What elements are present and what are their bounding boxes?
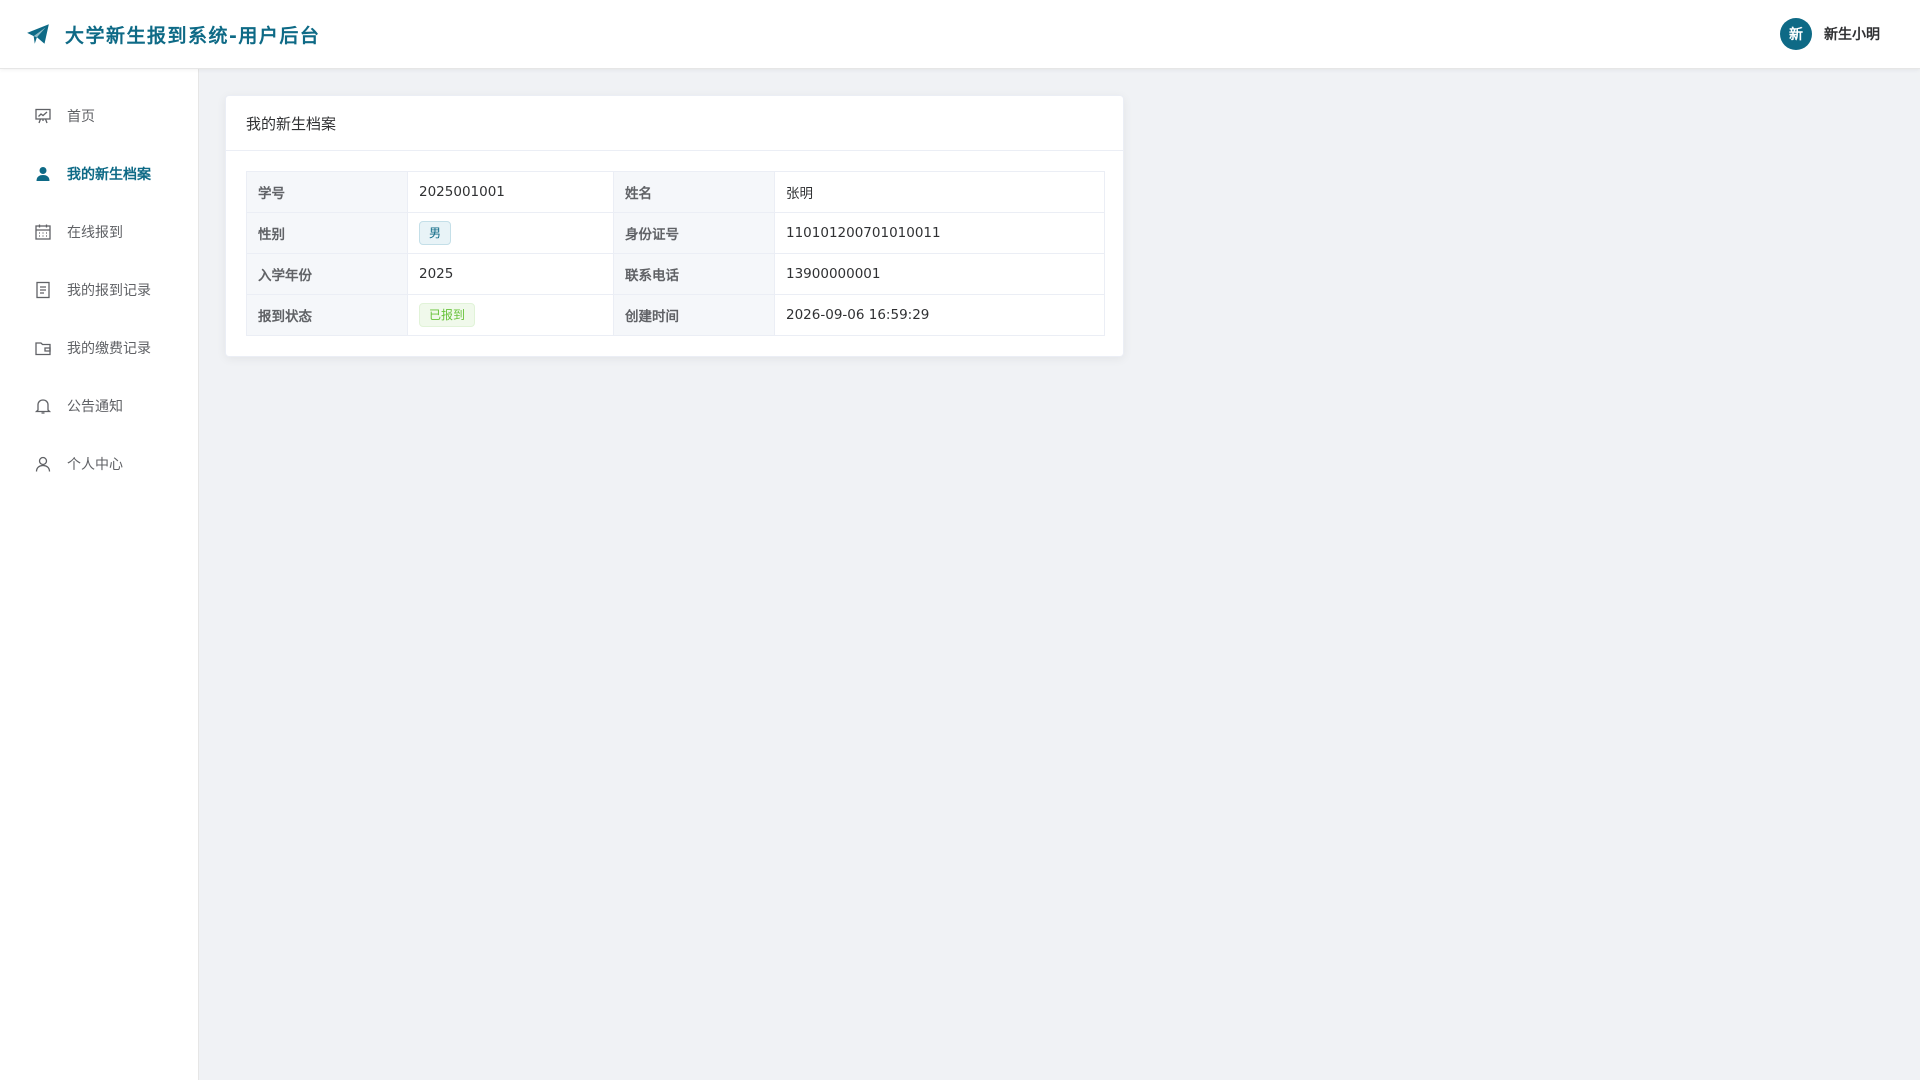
username[interactable]: 新生小明 [1824,24,1880,44]
label-created-time: 创建时间 [613,294,775,336]
document-icon [36,281,50,299]
value-checkin-status-cell: 已报到 [407,294,614,336]
top-header: 大学新生报到系统-用户后台 新 新生小明 [0,0,1920,69]
table-row: 性别 男 身份证号 110101200701010011 [246,212,1105,254]
value-student-id: 2025001001 [407,171,614,213]
sidebar-item-checkin[interactable]: 在线报到 [0,203,198,261]
label-gender: 性别 [246,212,408,254]
gender-tag: 男 [419,221,452,245]
wallet-icon [35,342,51,356]
label-student-id: 学号 [246,171,408,213]
sidebar-item-label: 我的缴费记录 [67,341,151,357]
table-row: 入学年份 2025 联系电话 13900000001 [246,253,1105,295]
table-row: 学号 2025001001 姓名 张明 [246,171,1105,213]
avatar[interactable]: 新 [1780,18,1812,50]
sidebar-item-profile[interactable]: 我的新生档案 [0,145,198,203]
sidebar-item-label: 我的新生档案 [67,167,151,183]
page-title: 我的新生档案 [246,114,337,133]
bell-icon [34,399,52,414]
sidebar-item-label: 我的报到记录 [67,283,151,299]
profile-descriptions: 学号 2025001001 姓名 张明 性别 男 身份证号 1101012007… [246,171,1105,336]
sidebar-item-checkin-records[interactable]: 我的报到记录 [0,261,198,319]
sidebar-item-label: 公告通知 [67,399,123,415]
value-gender-cell: 男 [407,212,614,254]
table-row: 报到状态 已报到 创建时间 2026-09-06 16:59:29 [246,294,1105,336]
label-enrollment-year: 入学年份 [246,253,408,295]
status-badge: 已报到 [419,303,476,327]
main-content: 我的新生档案 学号 2025001001 姓名 张明 性别 男 身份证号 110… [200,69,1920,1080]
app-title: 大学新生报到系统-用户后台 [65,24,321,47]
label-name: 姓名 [613,171,775,213]
sidebar-item-personal-center[interactable]: 个人中心 [0,435,198,493]
user-outline-icon [35,456,51,472]
sidebar: 首页 我的新生档案 在线报到 我的报到记录 我的缴费记录 公告通知 个人中心 [0,69,199,1080]
calendar-icon [35,224,51,240]
presentation-chart-icon [35,108,51,124]
sidebar-item-home[interactable]: 首页 [0,87,198,145]
user-menu[interactable]: 新 新生小明 [1780,18,1880,50]
user-filled-icon [36,167,50,181]
label-checkin-status: 报到状态 [246,294,408,336]
profile-card: 我的新生档案 学号 2025001001 姓名 张明 性别 男 身份证号 110… [225,95,1124,357]
sidebar-item-payment-records[interactable]: 我的缴费记录 [0,319,198,377]
paper-plane-icon [27,24,49,44]
sidebar-item-label: 首页 [67,109,95,125]
brand[interactable]: 大学新生报到系统-用户后台 [25,21,320,48]
sidebar-item-announcements[interactable]: 公告通知 [0,377,198,435]
value-id-number: 110101200701010011 [774,212,1105,254]
value-name: 张明 [774,171,1105,213]
value-phone: 13900000001 [774,253,1105,295]
label-id-number: 身份证号 [613,212,775,254]
value-enrollment-year: 2025 [407,253,614,295]
label-phone: 联系电话 [613,253,775,295]
card-body: 学号 2025001001 姓名 张明 性别 男 身份证号 1101012007… [226,151,1123,356]
value-created-time: 2026-09-06 16:59:29 [774,294,1105,336]
card-header: 我的新生档案 [226,96,1123,151]
sidebar-item-label: 个人中心 [67,457,123,473]
sidebar-item-label: 在线报到 [67,225,123,241]
